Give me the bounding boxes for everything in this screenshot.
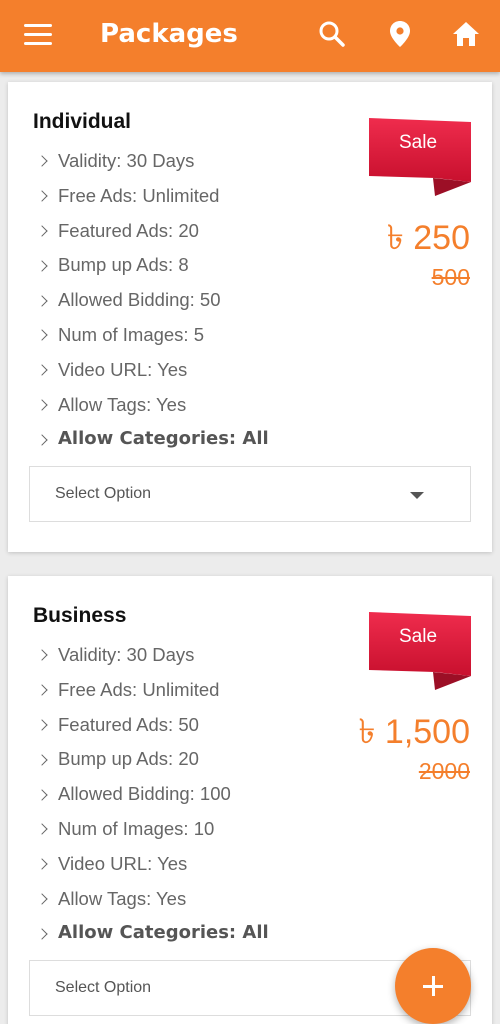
page-title: Packages <box>100 19 238 49</box>
feature-list: Validity: 30 Days Free Ads: Unlimited Fe… <box>36 144 269 457</box>
sale-badge: Sale <box>398 132 438 153</box>
sale-badge: Sale <box>398 626 438 647</box>
feature-item: Featured Ads: 50 <box>36 708 269 743</box>
location-pin-icon[interactable] <box>384 18 416 50</box>
search-icon[interactable] <box>316 18 348 50</box>
feature-list: Validity: 30 Days Free Ads: Unlimited Fe… <box>36 638 269 951</box>
chevron-right-icon <box>36 823 48 836</box>
feature-item: Allow Tags: Yes <box>36 388 269 423</box>
feature-item: Num of Images: 10 <box>36 812 269 847</box>
chevron-right-icon <box>36 719 48 731</box>
package-name: Business <box>33 604 127 627</box>
feature-item: Allowed Bidding: 100 <box>36 777 269 812</box>
chevron-right-icon <box>36 260 48 272</box>
feature-item: Free Ads: Unlimited <box>36 673 269 708</box>
chevron-right-icon <box>36 364 48 376</box>
home-icon[interactable] <box>450 18 482 50</box>
option-select[interactable]: Select Option <box>29 466 471 522</box>
chevron-right-icon <box>36 329 48 342</box>
package-old-price: 500 <box>431 264 470 290</box>
chevron-right-icon <box>36 155 48 168</box>
feature-item: Allow Tags: Yes <box>36 882 269 917</box>
chevron-right-icon <box>36 294 48 307</box>
chevron-right-icon <box>36 399 48 411</box>
chevron-right-icon <box>36 893 48 905</box>
select-placeholder: Select Option <box>55 979 152 996</box>
add-button[interactable] <box>395 948 471 1024</box>
chevron-right-icon <box>36 434 48 446</box>
feature-item: Allow Categories: All <box>36 916 269 951</box>
chevron-right-icon <box>36 225 48 237</box>
feature-item: Bump up Ads: 8 <box>36 248 269 283</box>
package-price: ৳ 1,500 <box>358 713 470 751</box>
menu-icon[interactable] <box>24 24 52 46</box>
chevron-right-icon <box>36 754 48 766</box>
feature-item: Featured Ads: 20 <box>36 214 269 249</box>
chevron-right-icon <box>36 190 48 202</box>
package-name: Individual <box>33 110 132 133</box>
dropdown-arrow-icon <box>410 492 424 499</box>
package-card-individual: Individual Validity: 30 Days Free Ads: U… <box>8 82 492 552</box>
sale-ribbon-icon <box>369 118 471 196</box>
package-old-price: 2000 <box>418 758 470 784</box>
feature-item: Num of Images: 5 <box>36 318 269 353</box>
feature-item: Validity: 30 Days <box>36 638 269 673</box>
feature-item: Validity: 30 Days <box>36 144 269 179</box>
chevron-right-icon <box>36 858 48 870</box>
sale-ribbon-icon <box>369 612 471 690</box>
app-bar: Packages <box>0 0 500 72</box>
feature-item: Allow Categories: All <box>36 422 269 457</box>
chevron-right-icon <box>36 788 48 801</box>
feature-item: Video URL: Yes <box>36 847 269 882</box>
feature-item: Allowed Bidding: 50 <box>36 283 269 318</box>
feature-item: Bump up Ads: 20 <box>36 742 269 777</box>
chevron-right-icon <box>36 649 48 662</box>
select-placeholder: Select Option <box>55 485 152 502</box>
feature-item: Video URL: Yes <box>36 353 269 388</box>
chevron-right-icon <box>36 928 48 940</box>
chevron-right-icon <box>36 684 48 696</box>
package-price: ৳ 250 <box>386 219 470 257</box>
feature-item: Free Ads: Unlimited <box>36 179 269 214</box>
